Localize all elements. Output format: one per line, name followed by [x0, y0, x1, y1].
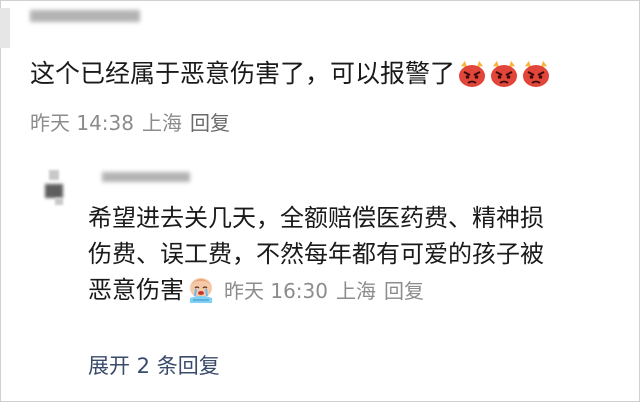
comment-meta: 昨天 14:38 上海 回复: [30, 107, 238, 136]
reply-meta: 昨天 16:30 上海 回复: [224, 279, 432, 303]
reply-reply-button[interactable]: 回复: [384, 279, 424, 303]
reply-button[interactable]: 回复: [190, 111, 230, 135]
username-blurred[interactable]: [30, 10, 140, 22]
angry-face-icon: [457, 60, 487, 88]
reply-line-1: 希望进去关几天，全额赔偿医药费、精神损: [88, 204, 544, 232]
comment-body: 这个已经属于恶意伤害了，可以报警了: [30, 59, 456, 88]
reply-text: 希望进去关几天，全额赔偿医药费、精神损 伤费、误工费，不然每年都有可爱的孩子被 …: [88, 200, 628, 309]
reply-time: 昨天 16:30: [224, 279, 328, 303]
angry-face-icon: [489, 60, 519, 88]
angry-face-icon: [521, 60, 551, 88]
reply-avatar-blurred[interactable]: [35, 168, 73, 206]
emoji-group: [457, 59, 553, 91]
reply-line-3: 恶意伤害: [88, 276, 184, 304]
avatar-blurred[interactable]: [0, 8, 10, 48]
comment-location: 上海: [142, 111, 182, 135]
comment-text: 这个已经属于恶意伤害了，可以报警了: [30, 58, 553, 91]
comment-time: 昨天 14:38: [30, 111, 134, 135]
reply-line-2: 伤费、误工费，不然每年都有可爱的孩子被: [88, 240, 544, 268]
reply-username-blurred[interactable]: [102, 172, 190, 182]
reply-line-3-wrap: 恶意伤害 昨天 16:30 上海 回复: [88, 272, 628, 309]
expand-replies-link[interactable]: 展开 2 条回复: [88, 350, 220, 380]
crying-child-icon: [186, 274, 216, 304]
reply-location: 上海: [336, 279, 376, 303]
